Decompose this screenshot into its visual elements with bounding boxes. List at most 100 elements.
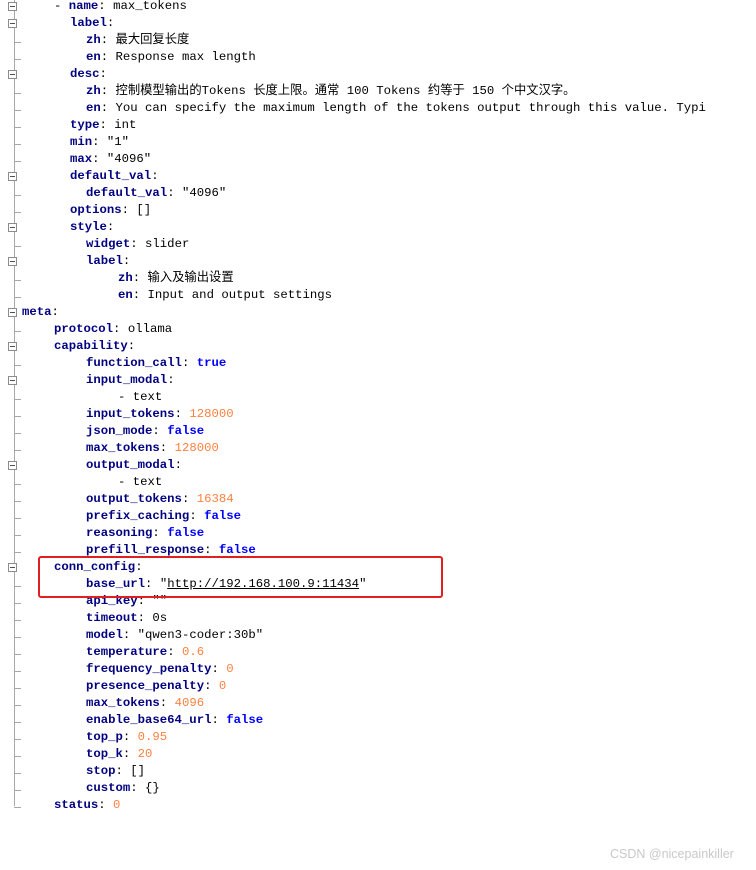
- fold-line-marker: [14, 671, 21, 672]
- yaml-value: {}: [145, 781, 160, 795]
- yaml-value: :: [174, 407, 190, 421]
- yaml-key: label: [70, 16, 107, 30]
- yaml-value: []: [130, 764, 146, 778]
- yaml-value: :: [174, 458, 182, 472]
- code-line: - text: [118, 389, 162, 406]
- yaml-key: frequency_penalty: [86, 662, 212, 676]
- fold-gutter: [14, 0, 15, 806]
- code-line: temperature: 0.6: [86, 644, 204, 661]
- fold-line-marker: [14, 484, 21, 485]
- yaml-value: :: [132, 271, 148, 285]
- yaml-key: en: [86, 50, 101, 64]
- yaml-value: text: [132, 475, 163, 489]
- code-line: output_tokens: 16384: [86, 491, 234, 508]
- yaml-value: :: [127, 339, 136, 353]
- code-line: en: You can specify the maximum length o…: [86, 100, 706, 117]
- fold-line-marker: [14, 93, 21, 94]
- fold-line-marker: [14, 127, 21, 128]
- fold-toggle-icon[interactable]: [8, 563, 17, 572]
- fold-line-marker: [14, 518, 21, 519]
- yaml-key: en: [86, 101, 101, 115]
- yaml-value: 控制模型输出的Tokens 长度上限。通常 100 Tokens 约等于 150…: [115, 84, 576, 98]
- code-line: output_modal:: [86, 457, 182, 474]
- fold-line-marker: [14, 807, 21, 808]
- yaml-key: en: [118, 288, 133, 302]
- yaml-value: :: [100, 33, 116, 47]
- fold-line-marker: [14, 756, 21, 757]
- yaml-value: 最大回复长度: [115, 33, 190, 47]
- yaml-key: presence_penalty: [86, 679, 205, 693]
- yaml-value: 16384: [196, 492, 234, 506]
- code-line: default_val: "4096": [86, 185, 226, 202]
- fold-toggle-icon[interactable]: [8, 257, 17, 266]
- yaml-key: protocol: [54, 322, 114, 336]
- code-line: - text: [118, 474, 162, 491]
- yaml-value: 0: [218, 679, 227, 693]
- fold-line-marker: [14, 586, 21, 587]
- code-line: zh: 输入及输出设置: [118, 270, 234, 287]
- code-line: timeout: 0s: [86, 610, 167, 627]
- yaml-value: :: [122, 628, 138, 642]
- yaml-value: "4096": [106, 152, 152, 166]
- yaml-value: 128000: [189, 407, 234, 421]
- fold-line-marker: [14, 433, 21, 434]
- yaml-value: :: [99, 118, 115, 132]
- yaml-value: :: [204, 679, 219, 693]
- yaml-key: top_k: [86, 747, 123, 761]
- fold-line-marker: [14, 161, 21, 162]
- fold-toggle-icon[interactable]: [8, 19, 17, 28]
- yaml-value: :: [152, 526, 168, 540]
- yaml-value: You can specify the maximum length of th…: [115, 101, 706, 115]
- fold-toggle-icon[interactable]: [8, 172, 17, 181]
- yaml-value: :: [159, 441, 175, 455]
- fold-line-marker: [14, 552, 21, 553]
- fold-line-marker: [14, 773, 21, 774]
- yaml-value: :: [151, 169, 159, 183]
- yaml-value: :: [167, 373, 175, 387]
- fold-toggle-icon[interactable]: [8, 342, 17, 351]
- yaml-value: false: [167, 526, 205, 540]
- yaml-key: capability: [54, 339, 128, 353]
- code-line: max_tokens: 128000: [86, 440, 219, 457]
- yaml-value: :: [98, 0, 114, 13]
- yaml-key: min: [70, 135, 93, 149]
- yaml-key: model: [86, 628, 123, 642]
- yaml-value: :: [92, 152, 107, 166]
- code-line: protocol: ollama: [54, 321, 172, 338]
- fold-line-marker: [14, 246, 21, 247]
- yaml-value: text: [132, 390, 163, 404]
- yaml-key: zh: [118, 271, 133, 285]
- fold-line-marker: [14, 790, 21, 791]
- yaml-value: -: [54, 0, 69, 13]
- fold-toggle-icon[interactable]: [8, 461, 17, 470]
- code-line: input_modal:: [86, 372, 175, 389]
- code-editor[interactable]: - name: max_tokens label: zh: 最大回复长度 en: Re…: [0, 0, 756, 870]
- yaml-key: function_call: [86, 356, 182, 370]
- yaml-key: prefill_response: [86, 543, 205, 557]
- yaml-value: :: [211, 662, 227, 676]
- yaml-value: :: [204, 543, 219, 557]
- code-line: input_tokens: 128000: [86, 406, 234, 423]
- fold-toggle-icon[interactable]: [8, 223, 17, 232]
- code-line: max_tokens: 4096: [86, 695, 204, 712]
- yaml-value: :: [100, 101, 116, 115]
- code-line: capability:: [54, 338, 135, 355]
- yaml-key: prefix_caching: [86, 509, 190, 523]
- fold-toggle-icon[interactable]: [8, 2, 17, 11]
- fold-line-marker: [14, 195, 21, 196]
- yaml-key: zh: [86, 33, 101, 47]
- fold-toggle-icon[interactable]: [8, 376, 17, 385]
- yaml-value: :: [122, 747, 138, 761]
- yaml-value: []: [136, 203, 152, 217]
- yaml-key: temperature: [86, 645, 168, 659]
- code-line: top_k: 20: [86, 746, 152, 763]
- yaml-value: 输入及输出设置: [147, 271, 234, 285]
- yaml-value: 128000: [174, 441, 219, 455]
- fold-toggle-icon[interactable]: [8, 70, 17, 79]
- yaml-value: :: [51, 305, 59, 319]
- code-line: zh: 最大回复长度: [86, 32, 189, 49]
- yaml-key: desc: [70, 67, 100, 81]
- yaml-value: :: [122, 730, 138, 744]
- code-line: top_p: 0.95: [86, 729, 167, 746]
- fold-toggle-icon[interactable]: [8, 308, 17, 317]
